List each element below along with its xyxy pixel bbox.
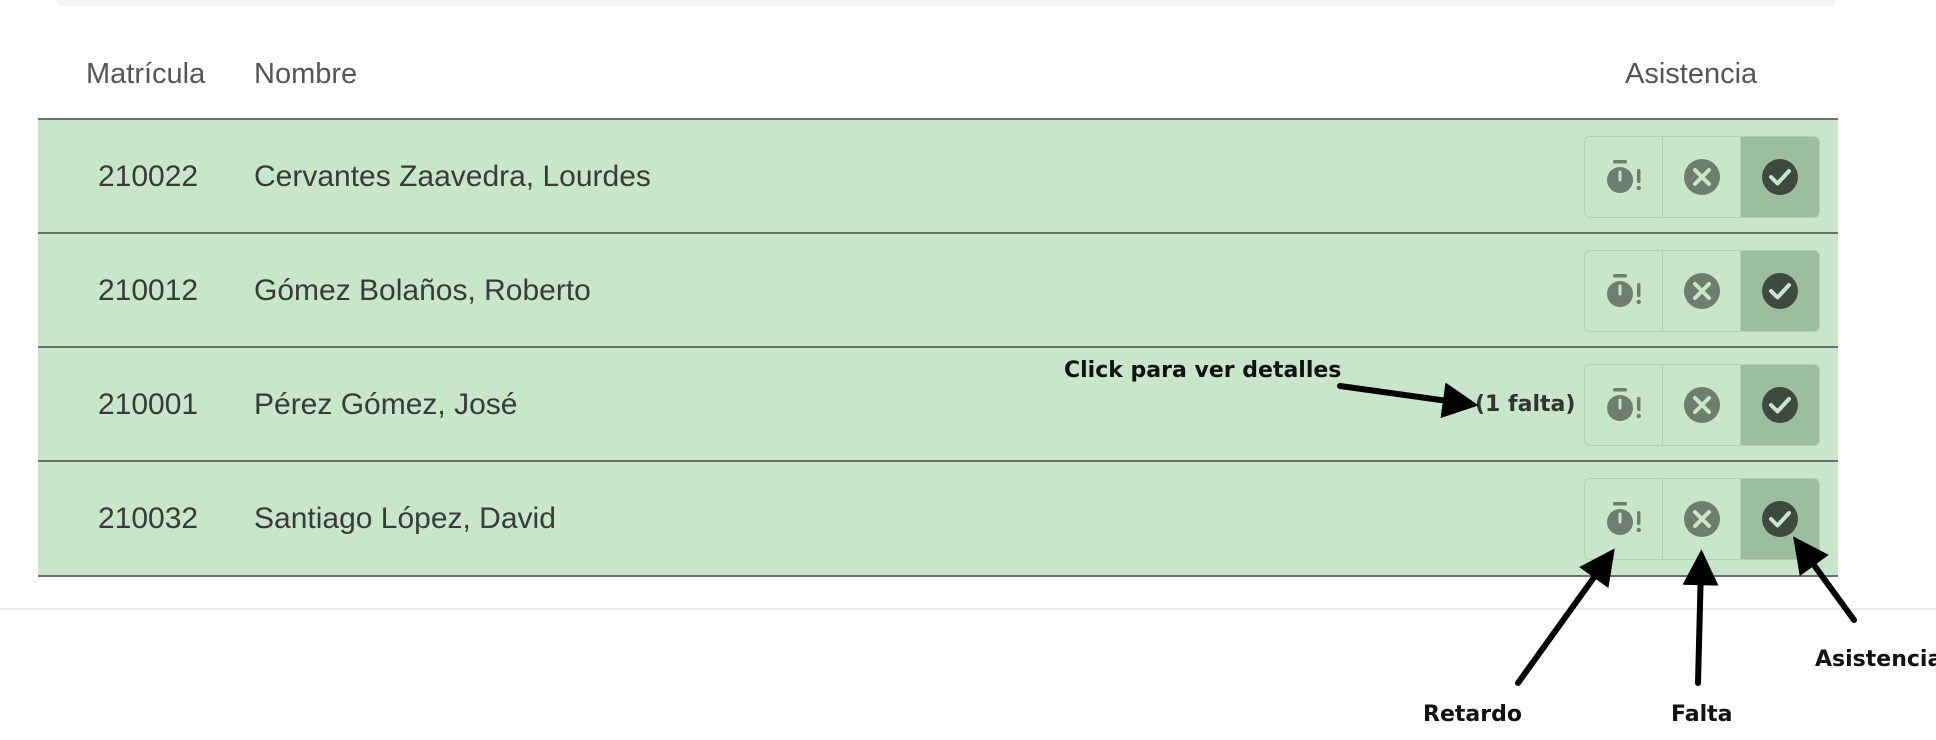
- arrow-to-falta: [1682, 549, 1719, 686]
- arrow-to-retardo: [1515, 548, 1615, 686]
- annotation-click-details: Click para ver detalles: [1064, 358, 1342, 383]
- arrow-to-details: [1337, 382, 1479, 419]
- arrow-to-asistencia: [1793, 536, 1857, 623]
- annotation-arrows: [1337, 382, 1857, 686]
- annotation-falta: Falta: [1671, 702, 1733, 727]
- annotation-asistencia: Asistencia: [1815, 647, 1936, 672]
- annotation-retardo: Retardo: [1423, 702, 1522, 727]
